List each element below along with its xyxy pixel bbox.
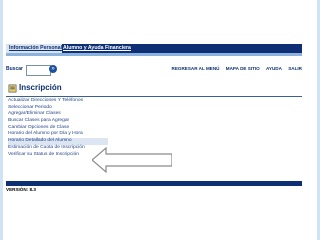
page-title: Inscripción <box>19 83 62 92</box>
callout-line-2: DETALLADO DEL ALUMNO <box>148 132 230 140</box>
callout-line-1: CLICK EN HORARIO <box>148 125 211 132</box>
registration-icon <box>8 84 17 93</box>
menu-item-update-addresses[interactable]: Actualizar Direcciones Y Teléfonos <box>8 98 108 105</box>
tab-personal-info-label: Información Personal <box>9 45 63 51</box>
tab-bar: Información Personal Alumno y Ayuda Fina… <box>6 44 302 53</box>
search-input[interactable] <box>26 65 51 76</box>
tab-underline <box>6 53 302 56</box>
go-button[interactable]: » <box>49 65 57 73</box>
search-row: Buscar » REGRESAR AL MENÚ MAPA DE SITIO … <box>6 65 302 76</box>
version-label: VERSIÓN: 8.3 <box>6 187 36 192</box>
tab-personal-info[interactable]: Información Personal <box>6 44 63 53</box>
left-edge <box>0 0 3 240</box>
menu-item-detail-schedule[interactable]: Horario Detallado del Alumno <box>8 138 108 145</box>
link-exit[interactable]: SALIR <box>288 66 302 71</box>
search-label: Buscar <box>6 66 23 72</box>
tab-student-aid[interactable]: Alumno y Ayuda Financiera <box>60 44 131 53</box>
link-site-map[interactable]: MAPA DE SITIO <box>226 66 260 71</box>
heading-divider <box>6 96 302 97</box>
screenshot-frame: Información Personal Alumno y Ayuda Fina… <box>0 0 320 240</box>
annotation-callout: CLICK EN HORARIO DETALLADO DEL ALUMNO <box>148 125 230 140</box>
page-heading: Inscripción <box>6 82 66 96</box>
pointer-arrow <box>92 146 172 174</box>
menu-item-search-classes[interactable]: Buscar Clases para Agregar <box>8 118 108 125</box>
link-return-menu[interactable]: REGRESAR AL MENÚ <box>172 66 220 71</box>
tab-student-aid-label: Alumno y Ayuda Financiera <box>63 45 131 51</box>
top-links: REGRESAR AL MENÚ MAPA DE SITIO AYUDA SAL… <box>167 66 302 71</box>
link-help[interactable]: AYUDA <box>266 66 282 71</box>
footer-bar <box>6 181 302 186</box>
